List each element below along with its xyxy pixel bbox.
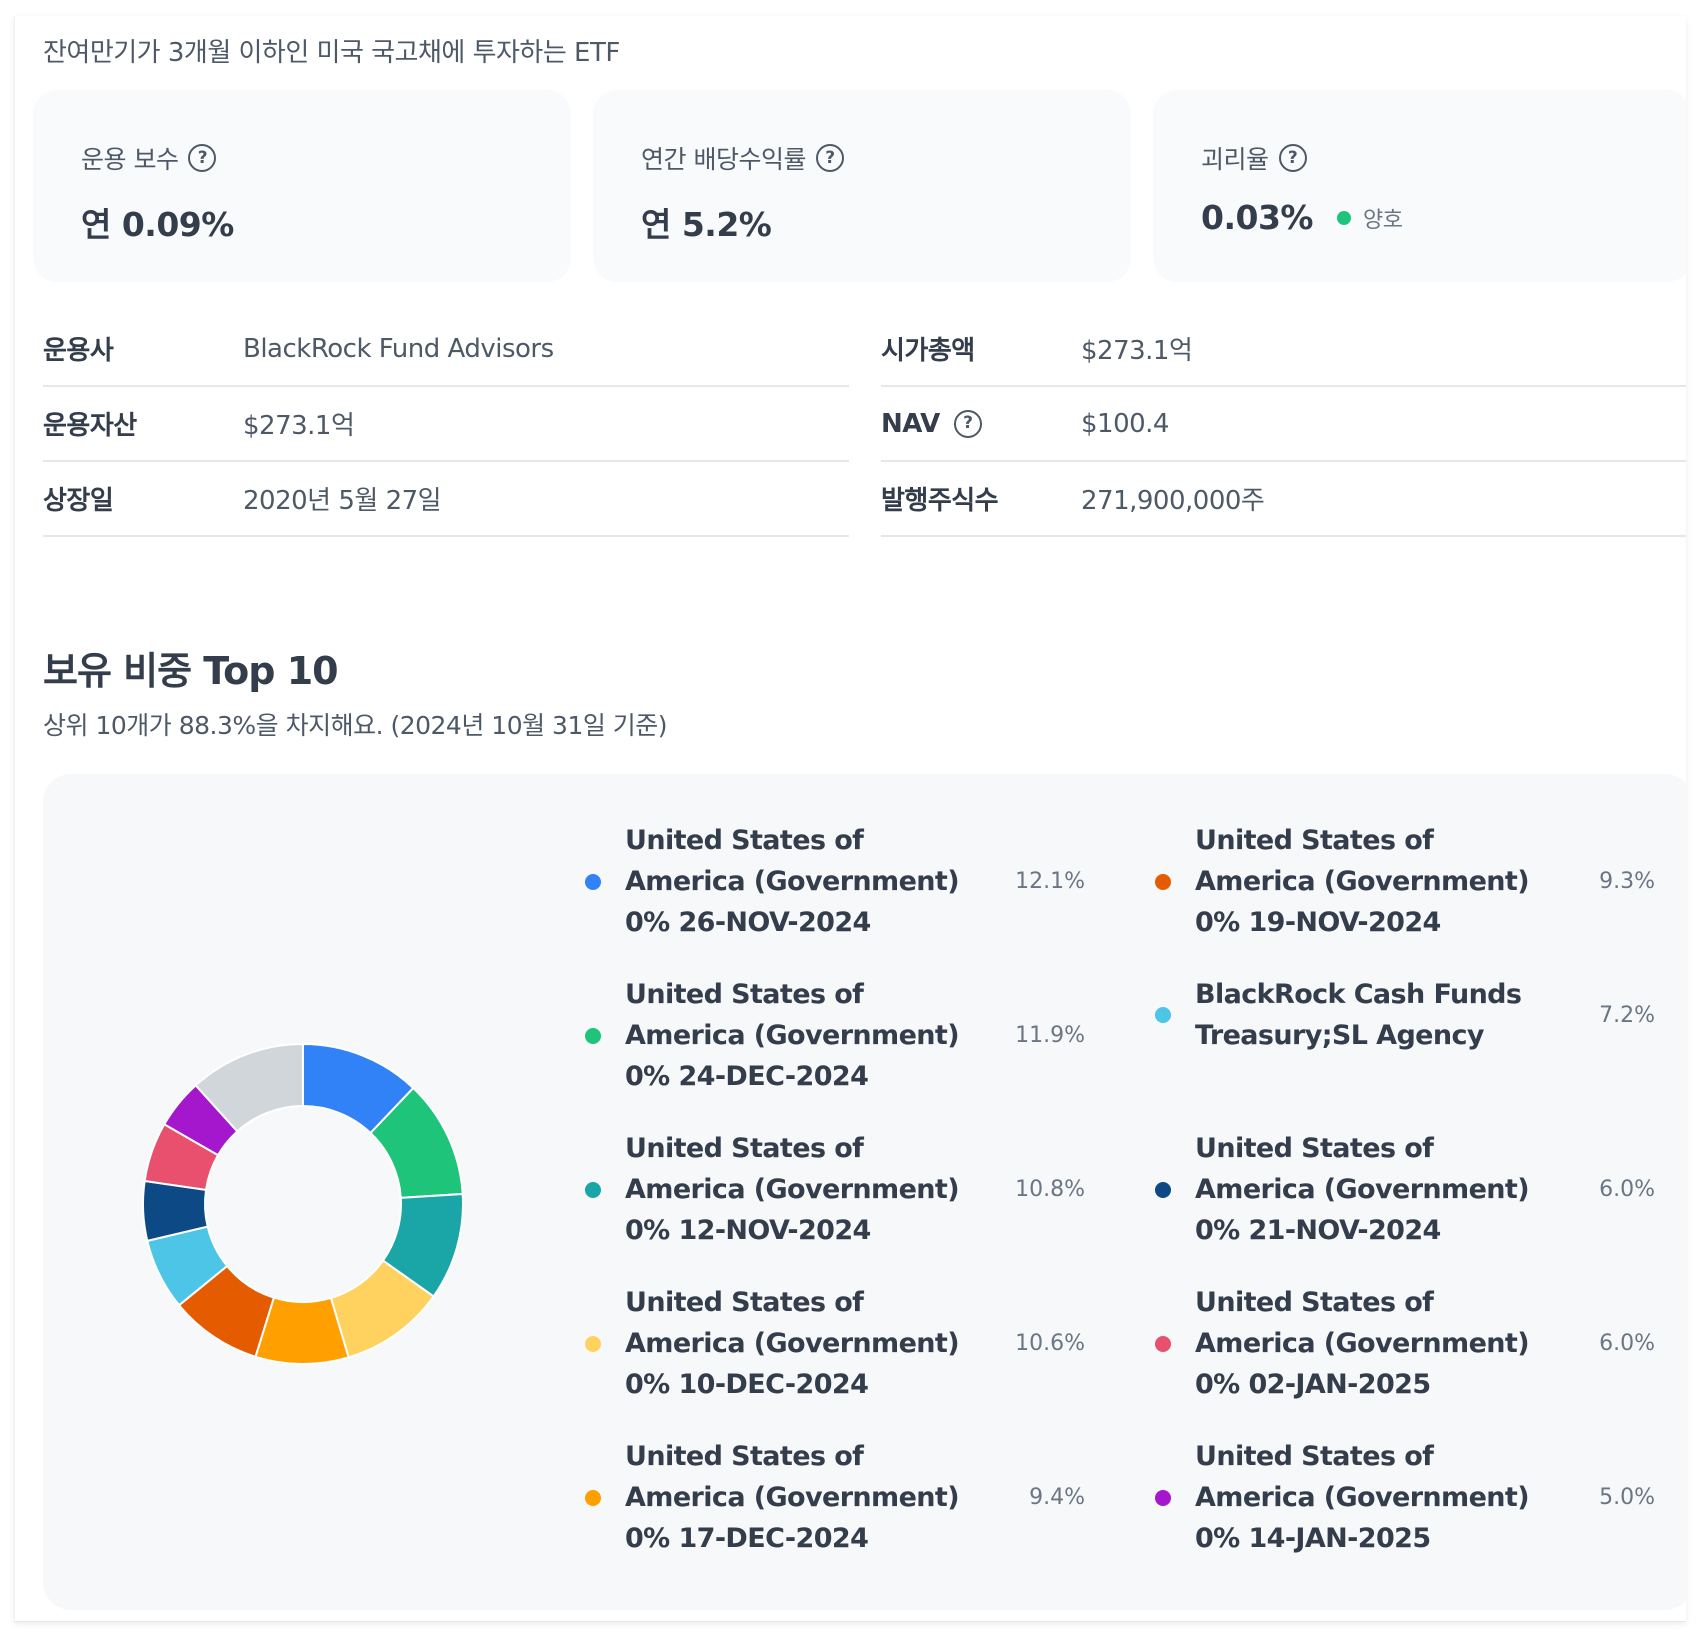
legend-label: United States of America (Government) 0%… [625,1133,960,1246]
legend-value: 11.9% [1015,1023,1085,1048]
info-label: 상장일 [43,486,114,516]
legend-value: 6.0% [1599,1331,1655,1356]
info-label: 운용자산 [43,411,137,441]
legend-dot-icon [585,1489,601,1506]
info-row-aum: 운용자산 $273.1억 [43,387,849,462]
legend-item: United States of America (Government) 0%… [1155,820,1655,943]
expense-ratio-value: 연 0.09% [81,205,234,244]
legend-dot-icon [585,1027,601,1044]
legend-label: United States of America (Government) 0%… [1195,1441,1530,1554]
legend-dot-icon [1155,873,1171,890]
section-title: 보유 비중 Top 10 [43,649,339,693]
help-icon[interactable]: ? [953,409,982,438]
legend-label: United States of America (Government) 0%… [625,1441,960,1554]
legend-value: 5.0% [1599,1485,1655,1510]
legend-dot-icon [1155,1489,1171,1506]
legend-item: United States of America (Government) 0%… [1155,1128,1655,1251]
legend-item: United States of America (Government) 0%… [1155,1282,1655,1405]
legend-label: United States of America (Government) 0%… [1195,825,1530,938]
legend-value: 12.1% [1015,869,1085,894]
legend-item: BlackRock Cash Funds Treasury;SL Agency 7… [1155,974,1655,1056]
holdings-donut-chart [142,1042,464,1365]
legend-value: 9.4% [1029,1485,1085,1510]
info-label-row: NAV ? [881,409,982,439]
status-badge: 양호 [1363,207,1403,233]
premium-discount-label-row: 괴리율 ? [1201,140,1643,176]
legend-label: United States of America (Government) 0%… [625,1287,960,1400]
legend-item: United States of America (Government) 0%… [585,820,1085,943]
help-icon[interactable]: ? [188,144,217,172]
info-value: BlackRock Fund Advisors [243,333,554,364]
dividend-yield-label-row: 연간 배당수익률 ? [641,140,1083,176]
legend-dot-icon [1155,1007,1171,1023]
help-icon[interactable]: ? [815,144,844,172]
info-label: 시가총액 [881,336,975,366]
status-dot-icon [1337,210,1351,225]
legend-label: United States of America (Government) 0%… [625,825,960,938]
info-value: $273.1억 [243,411,355,441]
section-subtitle: 상위 10개가 88.3%을 차지해요. (2024년 10월 31일 기준) [43,711,668,740]
premium-discount-card: 괴리율 ? 0.03% 양호 [1153,90,1686,282]
legend-label: BlackRock Cash Funds Treasury;SL Agency [1195,979,1522,1051]
legend-label: United States of America (Government) 0%… [625,979,960,1092]
legend-value: 9.3% [1599,869,1655,894]
legend-value: 7.2% [1599,1002,1655,1028]
expense-ratio-label: 운용 보수 [81,145,179,174]
info-row-shares-outstanding: 발행주식수 271,900,000주 [881,462,1686,537]
legend-value: 6.0% [1599,1177,1655,1202]
dividend-yield-value: 연 5.2% [641,205,772,244]
legend-dot-icon [1155,1335,1171,1352]
info-row-market-cap: 시가총액 $273.1억 [881,312,1686,387]
dividend-yield-label: 연간 배당수익률 [641,145,806,174]
info-label: NAV [881,408,940,439]
legend-item: United States of America (Government) 0%… [585,1436,1085,1559]
etf-detail-panel: 잔여만기가 3개월 이하인 미국 국고채에 투자하는 ETF 운용 보수 ? 연… [14,16,1686,1622]
info-value: $273.1억 [1081,336,1193,366]
info-row-nav: NAV ? $100.4 [881,387,1686,462]
info-row-listing-date: 상장일 2020년 5월 27일 [43,462,849,537]
premium-discount-label: 괴리율 [1201,145,1269,174]
legend-dot-icon [585,1181,601,1198]
expense-ratio-card: 운용 보수 ? 연 0.09% [33,90,571,282]
help-icon[interactable]: ? [1278,144,1307,172]
holdings-chart-panel: United States of America (Government) 0%… [43,774,1686,1610]
info-value: $100.4 [1081,408,1169,439]
info-row-manager: 운용사 BlackRock Fund Advisors [43,312,849,387]
legend-item: United States of America (Government) 0%… [585,1128,1085,1251]
legend-item: United States of America (Government) 0%… [585,974,1085,1097]
legend-value: 10.8% [1015,1177,1085,1202]
info-value: 271,900,000주 [1081,486,1265,516]
legend-dot-icon [585,873,601,890]
legend-value: 10.6% [1015,1331,1085,1356]
info-label: 운용사 [43,336,114,366]
expense-ratio-label-row: 운용 보수 ? [81,140,523,176]
info-value: 2020년 5월 27일 [243,486,442,516]
etf-description: 잔여만기가 3개월 이하인 미국 국고채에 투자하는 ETF [43,38,620,68]
info-label: 발행주식수 [881,486,999,516]
legend-label: United States of America (Government) 0%… [1195,1287,1530,1400]
legend-dot-icon [1155,1181,1171,1198]
premium-discount-value: 0.03% [1201,198,1314,237]
dividend-yield-card: 연간 배당수익률 ? 연 5.2% [593,90,1131,282]
legend-item: United States of America (Government) 0%… [585,1282,1085,1405]
legend-dot-icon [585,1335,601,1352]
premium-discount-value-row: 0.03% 양호 [1201,198,1643,237]
legend-label: United States of America (Government) 0%… [1195,1133,1530,1246]
legend-item: United States of America (Government) 0%… [1155,1436,1655,1559]
